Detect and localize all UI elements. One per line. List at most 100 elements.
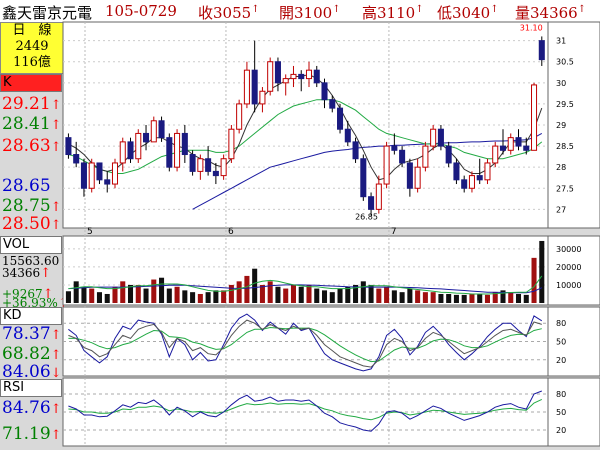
volume-bar (523, 294, 529, 303)
volume-bar (360, 281, 366, 303)
candle-body (523, 145, 530, 151)
volume-bar (321, 290, 328, 303)
candle-body (430, 128, 437, 147)
candle-body (96, 162, 103, 181)
candle-body (220, 158, 227, 177)
volume-bar (430, 292, 436, 303)
candle-body (507, 137, 514, 151)
candle-body (453, 162, 460, 181)
volume-bar (174, 286, 180, 303)
candle-body (65, 137, 72, 156)
candle-body (259, 90, 266, 105)
volume-bar (407, 288, 413, 303)
volume-bar (329, 292, 335, 303)
stock-chart-screen: 鑫天雷京元電 105-0729 收3055↑ 開3100↑ 高3110↑ 低30… (0, 0, 600, 450)
price-tick-label: 28.5 (556, 142, 574, 151)
candle-body (282, 78, 289, 84)
volume-bar (376, 288, 382, 303)
candle-body (422, 145, 429, 168)
price-tick-label: 27.5 (556, 184, 574, 193)
chart-canvas: 5 6 7 31 30.5 30 29.5 29 28.5 28 27.5 27 31.10 26.85 3… (62, 21, 600, 447)
candle-body (321, 82, 328, 101)
volume-bar (73, 281, 79, 303)
candle-body (143, 132, 150, 143)
rsi-tick-label: 50 (556, 408, 566, 417)
kd-tick-label: 80 (556, 319, 566, 328)
candle-body (127, 141, 134, 160)
price-tick-label: 29.5 (556, 100, 574, 109)
volume-bar (438, 293, 444, 303)
volume-bar (151, 279, 157, 303)
rsi-tick-label: 80 (556, 390, 566, 399)
candle-body (267, 61, 274, 92)
volume-bar (96, 292, 102, 303)
vol-tick-label: 30000 (556, 245, 581, 254)
candle-body (368, 196, 375, 210)
candle-body (337, 107, 344, 130)
candle-body (243, 69, 250, 105)
volume-bar (252, 268, 258, 303)
candle-body (88, 162, 95, 189)
volume-bar (469, 293, 475, 303)
candle-body (174, 132, 181, 168)
volume-bar (283, 288, 289, 303)
volume-bar (159, 277, 165, 303)
candle-body (119, 141, 126, 164)
volume-bar (484, 294, 490, 303)
volume-bar (368, 284, 374, 303)
candle-body (228, 128, 235, 160)
month-label: 6 (228, 227, 234, 237)
volume-bar (298, 286, 304, 303)
volume-bar (81, 286, 87, 303)
volume-bar (477, 293, 483, 303)
candle-body (352, 141, 359, 160)
candle-body (515, 137, 522, 147)
candle-body (104, 179, 111, 185)
volume-bar (290, 284, 296, 303)
volume-bar (515, 293, 522, 303)
volume-bar (415, 290, 421, 303)
candle-body (414, 166, 421, 189)
candle-body (251, 69, 258, 105)
volume-bar (143, 288, 149, 303)
volume-bar (127, 284, 134, 303)
high-annotation: 31.10 (520, 23, 543, 32)
volume-bar (104, 293, 110, 303)
volume-bar (391, 290, 397, 303)
volume-bar (182, 290, 188, 303)
volume-bar (422, 292, 428, 303)
rsi-tick-label: 20 (556, 426, 566, 435)
volume-bar (337, 288, 343, 303)
candle-body (399, 149, 406, 164)
price-tick-label: 30.5 (556, 58, 574, 67)
candle-body (150, 120, 157, 143)
volume-bar (508, 292, 514, 303)
volume-bar (275, 286, 281, 303)
price-tick-label: 31 (556, 37, 566, 46)
candle-body (236, 103, 243, 130)
price-tick-label: 28 (556, 163, 566, 172)
kd-tick-label: 20 (556, 356, 566, 365)
candle-body (344, 128, 351, 143)
volume-bar (345, 286, 351, 303)
candle-body (290, 73, 297, 80)
volume-bar (314, 288, 320, 303)
price-tick-label: 27 (556, 205, 566, 214)
candle-body (531, 84, 538, 151)
volume-bar (197, 293, 203, 303)
candle-body (383, 145, 390, 185)
candle-body (406, 162, 413, 189)
candle-body (80, 162, 87, 189)
volume-bar (213, 290, 219, 303)
month-label: 7 (391, 227, 397, 237)
candle-body (499, 145, 507, 151)
candle-body (484, 162, 491, 181)
volume-bar (120, 281, 126, 303)
price-tick-label: 30 (556, 79, 566, 88)
volume-bar (205, 292, 211, 303)
candle-body (298, 73, 305, 80)
candle-body (313, 69, 320, 84)
candle-body (445, 145, 452, 164)
low-annotation: 26.85 (355, 213, 378, 222)
candle-body (468, 175, 475, 189)
